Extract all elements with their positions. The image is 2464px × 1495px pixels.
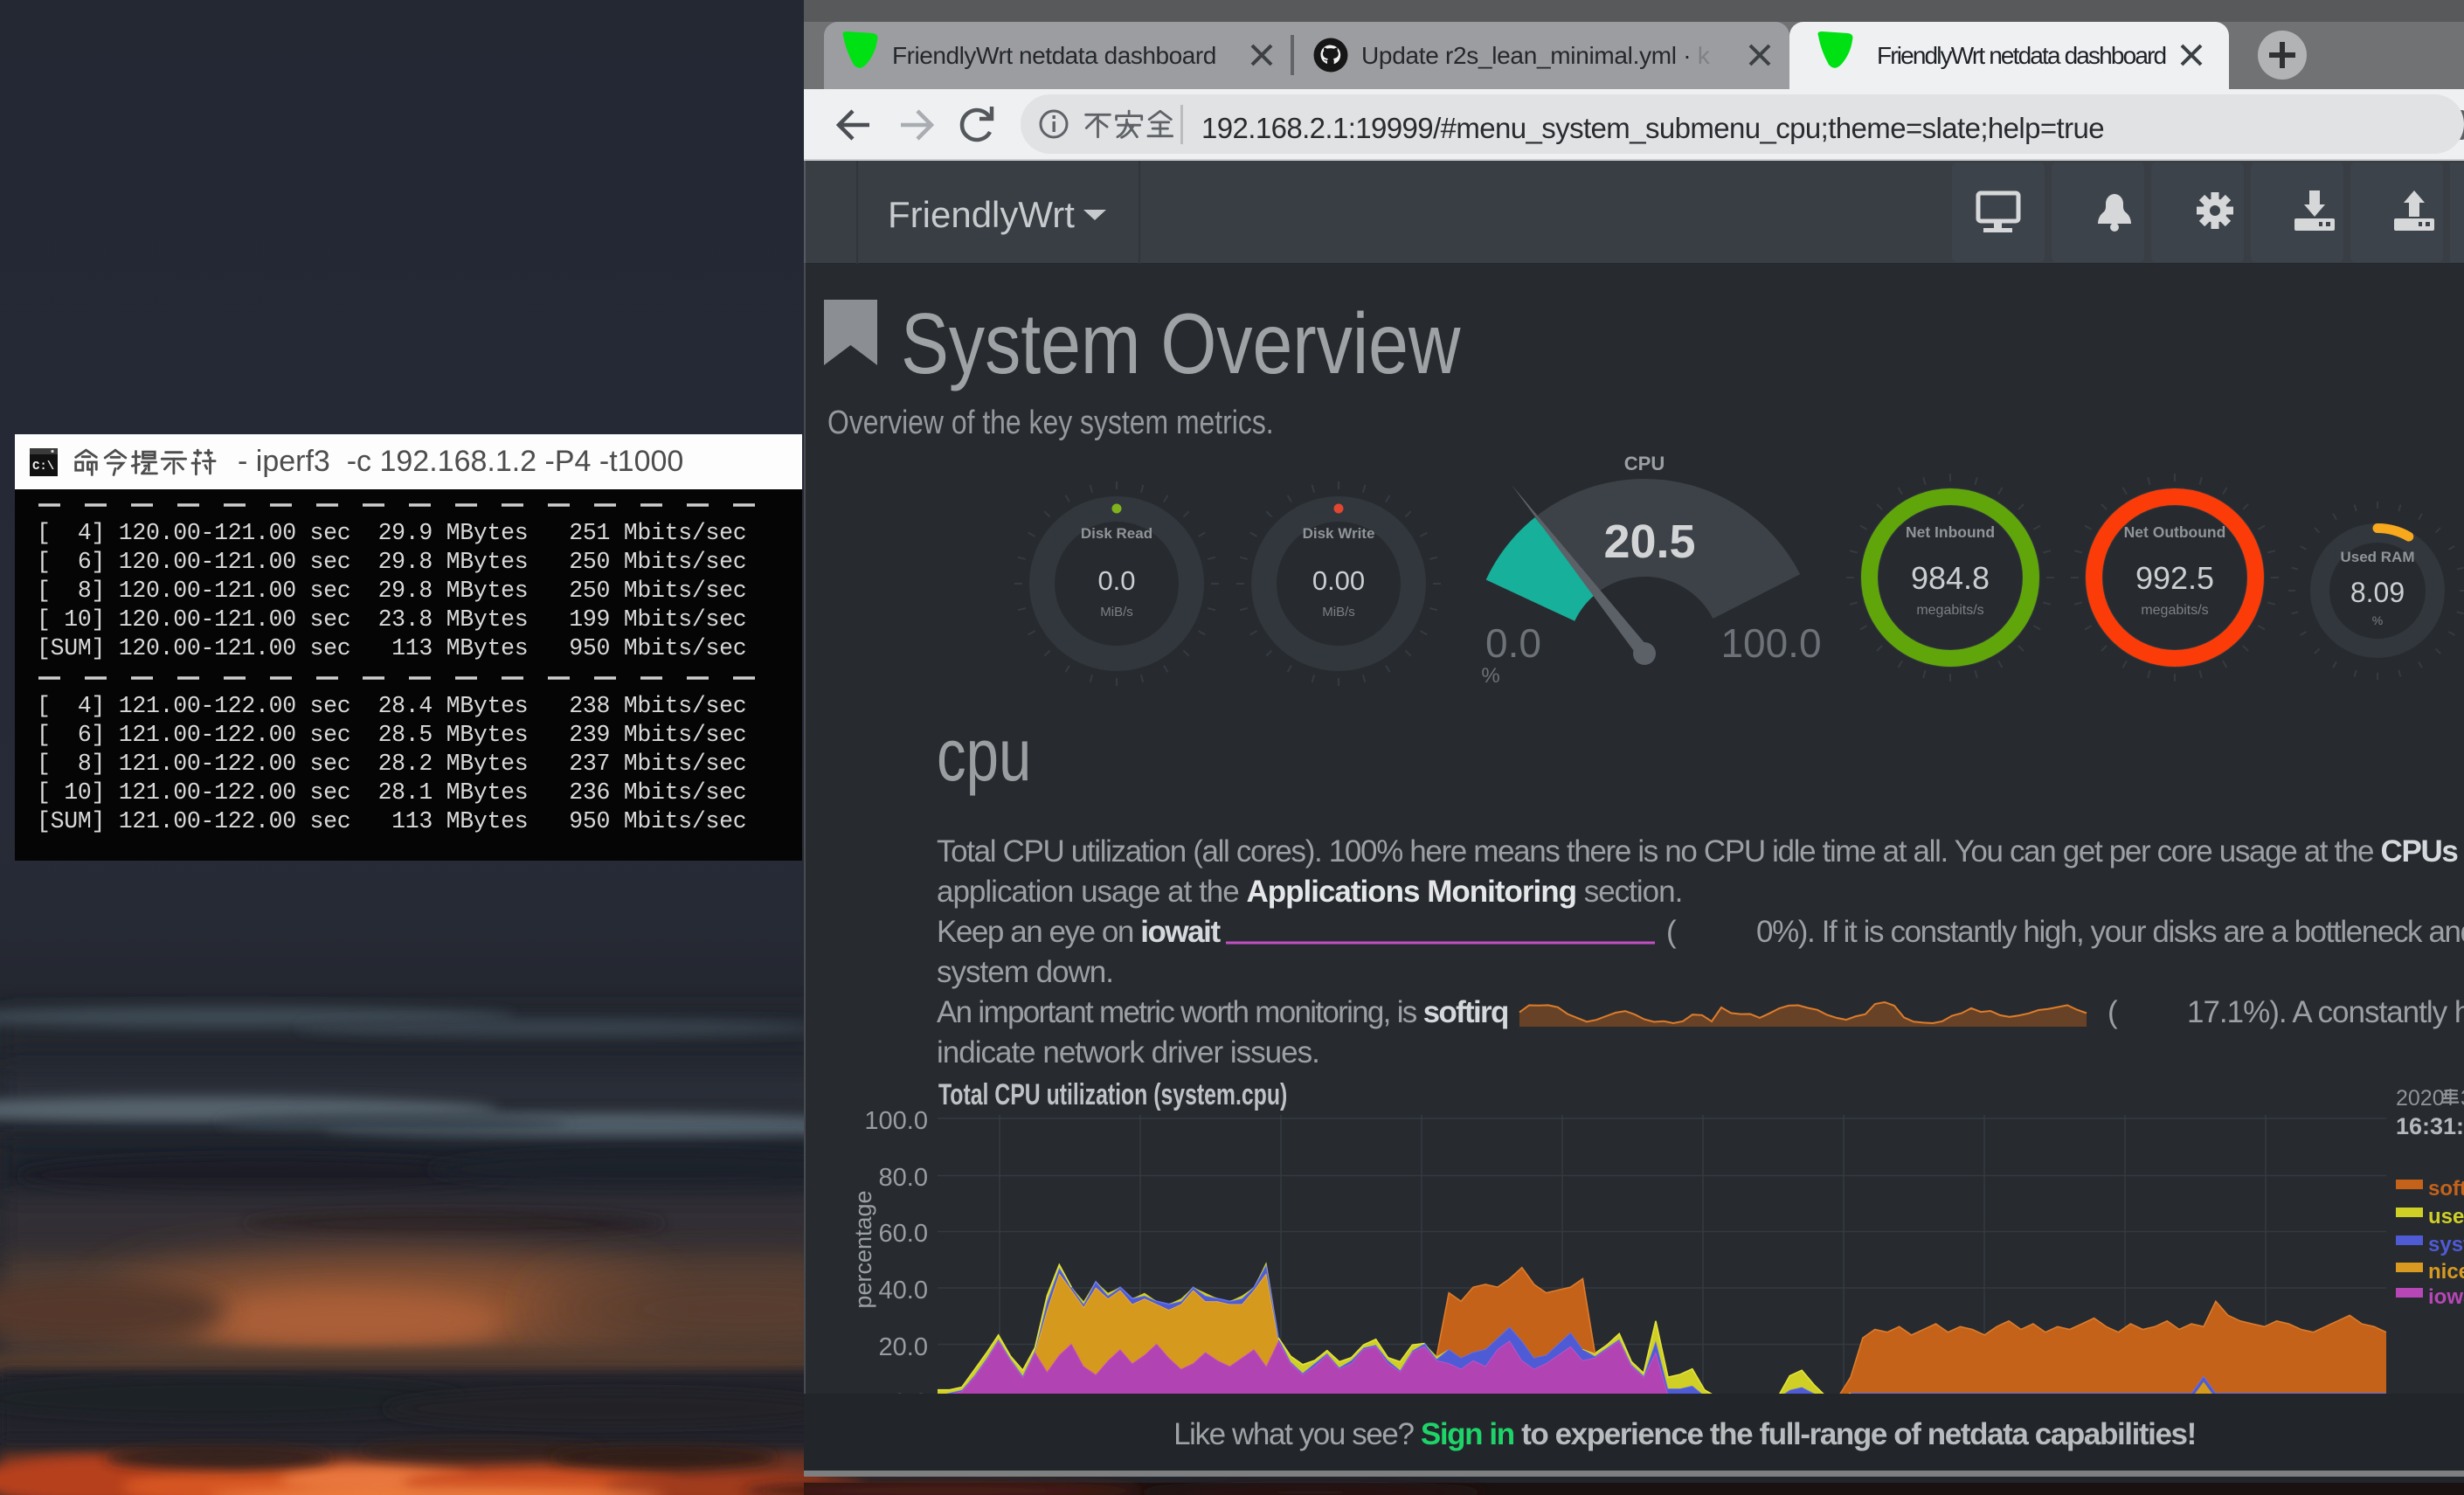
svg-text:%: %	[2372, 613, 2383, 627]
svg-text:cpu: cpu	[937, 715, 1031, 797]
svg-text:20.5: 20.5	[1603, 516, 1695, 568]
svg-text:0.00: 0.00	[1312, 565, 1365, 596]
svg-text:MiB/s: MiB/s	[1322, 605, 1355, 619]
svg-text:Net Inbound: Net Inbound	[1906, 523, 1995, 541]
svg-text:40.0: 40.0	[879, 1277, 928, 1305]
svg-text:megabits/s: megabits/s	[2141, 603, 2208, 618]
svg-text:100.0: 100.0	[864, 1107, 928, 1135]
svg-text:(: (	[1666, 915, 1677, 949]
svg-text:Keep an eye on iowait: Keep an eye on iowait	[937, 915, 1221, 949]
svg-text:8.09: 8.09	[2350, 577, 2405, 608]
svg-text:Total CPU utilization (all cor: Total CPU utilization (all cores). 100% …	[937, 834, 2464, 869]
svg-text:(: (	[2108, 995, 2118, 1029]
svg-text:2020: 2020	[2396, 1086, 2445, 1111]
svg-text:indicate network driver issues: indicate network driver issues.	[937, 1035, 1319, 1069]
svg-text:Used RAM: Used RAM	[2340, 549, 2414, 565]
svg-text:984.8: 984.8	[1911, 560, 1990, 596]
svg-text:17.1%). A constantly high perc: 17.1%). A constantly high percentage of …	[2187, 995, 2464, 1029]
svg-text:Overview of the key system met: Overview of the key system metrics.	[827, 404, 1274, 440]
svg-text:System Overview: System Overview	[901, 296, 1461, 391]
svg-text:nice: nice	[2428, 1260, 2464, 1284]
svg-text:992.5: 992.5	[2135, 560, 2214, 596]
svg-text:0%). If it is constantly high,: 0%). If it is constantly high, your disk…	[1756, 915, 2464, 949]
svg-text:MiB/s: MiB/s	[1100, 605, 1133, 619]
svg-text:16:31:2: 16:31:2	[2396, 1113, 2464, 1139]
svg-text:system down.: system down.	[937, 955, 1113, 989]
svg-text:80.0: 80.0	[879, 1164, 928, 1192]
svg-text:CPU: CPU	[1624, 453, 1665, 474]
svg-text:An important metric worth moni: An important metric worth monitoring, is…	[937, 995, 1508, 1029]
svg-text:iowait: iowait	[2428, 1285, 2464, 1309]
svg-text:Total CPU utilization (system.: Total CPU utilization (system.cpu)	[938, 1078, 1287, 1111]
svg-text:percentage: percentage	[850, 1190, 876, 1308]
svg-text:C:\: C:\	[32, 460, 54, 474]
svg-text:%: %	[1481, 664, 1499, 688]
svg-text:application usage at the Appli: application usage at the Applications Mo…	[937, 875, 1682, 909]
svg-text:Net Outbound: Net Outbound	[2124, 523, 2226, 541]
svg-text:60.0: 60.0	[879, 1220, 928, 1248]
svg-text:Disk Read: Disk Read	[1081, 525, 1152, 542]
svg-text:0.0: 0.0	[1485, 620, 1541, 666]
svg-text:Disk Write: Disk Write	[1303, 525, 1375, 542]
svg-text:100.0: 100.0	[1720, 620, 1821, 666]
svg-text:megabits/s: megabits/s	[1916, 603, 1983, 618]
svg-text:20.0: 20.0	[879, 1333, 928, 1361]
svg-text:softirq: softirq	[2428, 1177, 2464, 1201]
svg-text:system: system	[2428, 1233, 2464, 1256]
svg-text:3: 3	[2461, 1086, 2464, 1111]
svg-text:user: user	[2428, 1205, 2464, 1229]
svg-text:0.0: 0.0	[1097, 565, 1135, 596]
